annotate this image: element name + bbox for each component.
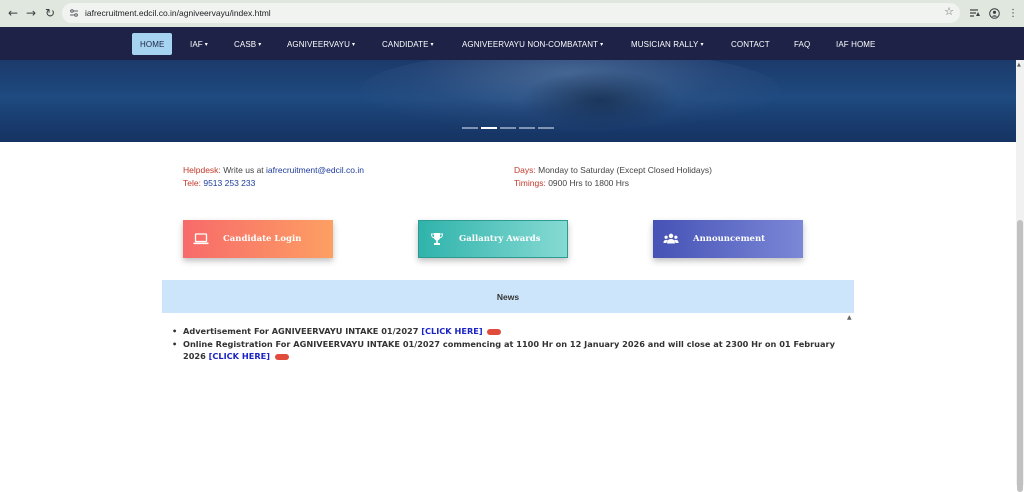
star-icon[interactable]: ☆ (944, 5, 954, 18)
nav-casb[interactable]: CASB ▾ (234, 33, 261, 55)
site-info-icon[interactable] (67, 6, 81, 20)
scroll-up-icon[interactable]: ▲ (1017, 62, 1021, 68)
scroll-thumb[interactable] (1017, 220, 1023, 492)
gallantry-awards-label: Gallantry Awards (459, 234, 541, 244)
hero-ground (0, 100, 1016, 142)
bullet-icon: • (172, 326, 178, 336)
more-menu-icon[interactable]: ⋮ (1006, 6, 1020, 20)
days-value: Monday to Saturday (Except Closed Holida… (538, 165, 712, 175)
nav-musician-rally[interactable]: MUSICIAN RALLY ▾ (631, 33, 704, 55)
nav-musician-rally-label: MUSICIAN RALLY (631, 39, 699, 49)
chevron-down-icon: ▾ (430, 41, 434, 48)
click-here-link[interactable]: [CLICK HERE] (209, 351, 270, 361)
tele-label: Tele: (183, 178, 201, 188)
nav-iaf-home[interactable]: IAF HOME (836, 33, 875, 55)
bullet-icon: • (172, 338, 178, 349)
news-list: • Advertisement For AGNIVEERVAYU INTAKE … (172, 325, 842, 363)
url-text: iafrecruitment.edcil.co.in/agniveervayu/… (85, 8, 271, 18)
gallantry-awards-button[interactable]: Gallantry Awards (418, 220, 568, 258)
announcement-button[interactable]: Announcement (653, 220, 803, 258)
tele-value: 9513 253 233 (203, 178, 256, 188)
days-line: Days: Monday to Saturday (Except Closed … (514, 165, 712, 175)
click-here-link[interactable]: [CLICK HERE] (421, 326, 482, 336)
chevron-down-icon: ▾ (258, 41, 262, 48)
chevron-down-icon: ▾ (600, 41, 604, 48)
news-header: News (162, 280, 854, 313)
new-badge-icon (487, 328, 502, 335)
nav-contact-label: CONTACT (731, 39, 770, 49)
candidate-login-button[interactable]: Candidate Login (183, 220, 333, 258)
chevron-down-icon: ▾ (204, 41, 208, 48)
days-label: Days: (514, 165, 536, 175)
forward-icon[interactable]: → (21, 3, 41, 23)
timings-value: 0900 Hrs to 1800 Hrs (548, 178, 629, 188)
new-badge-icon (274, 353, 289, 360)
nav-agniveervayu-label: AGNIVEERVAYU (287, 39, 350, 49)
carousel-indicator-active[interactable] (481, 127, 497, 129)
extension-icon[interactable] (968, 6, 982, 20)
helpdesk-line: Helpdesk: Write us at iafrecruitment@edc… (183, 165, 364, 175)
browser-toolbar: ← → ↻ iafrecruitment.edcil.co.in/agnivee… (0, 0, 1024, 27)
news-title: News (496, 291, 520, 302)
news-item: • Advertisement For AGNIVEERVAYU INTAKE … (172, 325, 842, 338)
nav-candidate-label: CANDIDATE (382, 39, 429, 49)
helpdesk-email[interactable]: iafrecruitment@edcil.co.in (266, 165, 364, 175)
chevron-down-icon: ▾ (352, 41, 356, 48)
carousel-indicator[interactable] (462, 127, 478, 129)
page-scrollbar[interactable]: ▲ (1016, 60, 1024, 492)
address-bar[interactable]: iafrecruitment.edcil.co.in/agniveervayu/… (62, 3, 960, 23)
trophy-icon (429, 231, 445, 247)
candidate-login-label: Candidate Login (223, 234, 302, 244)
announcement-label: Announcement (693, 234, 766, 244)
nav-faq-label: FAQ (794, 39, 811, 49)
reload-icon[interactable]: ↻ (40, 3, 60, 23)
nav-faq[interactable]: FAQ (794, 33, 810, 55)
nav-candidate[interactable]: CANDIDATE ▾ (382, 33, 434, 55)
nav-iaf[interactable]: IAF ▾ (190, 33, 208, 55)
nav-casb-label: CASB (234, 39, 257, 49)
carousel-indicators (462, 127, 554, 129)
timings-line: Timings: 0900 Hrs to 1800 Hrs (514, 178, 629, 188)
news-item-body: Online Registration For AGNIVEERVAYU INT… (183, 338, 842, 363)
nav-contact[interactable]: CONTACT (731, 33, 770, 55)
nav-iaf-home-label: IAF HOME (836, 39, 876, 49)
users-icon (663, 231, 679, 247)
tele-line: Tele: 9513 253 233 (183, 178, 255, 188)
back-icon[interactable]: ← (3, 3, 23, 23)
laptop-icon (193, 231, 209, 247)
carousel-indicator[interactable] (538, 127, 554, 129)
nav-non-combatant-label: AGNIVEERVAYU NON-COMBATANT (462, 39, 599, 49)
carousel-indicator[interactable] (519, 127, 535, 129)
nav-non-combatant[interactable]: AGNIVEERVAYU NON-COMBATANT ▾ (462, 33, 603, 55)
nav-home[interactable]: HOME (132, 33, 173, 55)
timings-label: Timings: (514, 178, 546, 188)
nav-agniveervayu[interactable]: AGNIVEERVAYU ▾ (287, 33, 355, 55)
helpdesk-label: Helpdesk: (183, 165, 221, 175)
news-item-text: Advertisement For AGNIVEERVAYU INTAKE 01… (183, 326, 419, 336)
news-item-body: Advertisement For AGNIVEERVAYU INTAKE 01… (183, 325, 502, 338)
nav-home-label: HOME (140, 39, 165, 49)
hero-carousel (0, 60, 1016, 142)
nav-iaf-label: IAF (190, 39, 203, 49)
main-navigation: HOME IAF ▾ CASB ▾ AGNIVEERVAYU ▾ CANDIDATE ▾… (0, 27, 1024, 60)
news-scroll-up-icon[interactable]: ▲ (847, 314, 852, 321)
chevron-down-icon: ▾ (700, 41, 704, 48)
news-item: • Online Registration For AGNIVEERVAYU I… (172, 338, 842, 363)
helpdesk-text: Write us at (223, 165, 264, 175)
profile-icon[interactable] (987, 6, 1001, 20)
carousel-indicator[interactable] (500, 127, 516, 129)
